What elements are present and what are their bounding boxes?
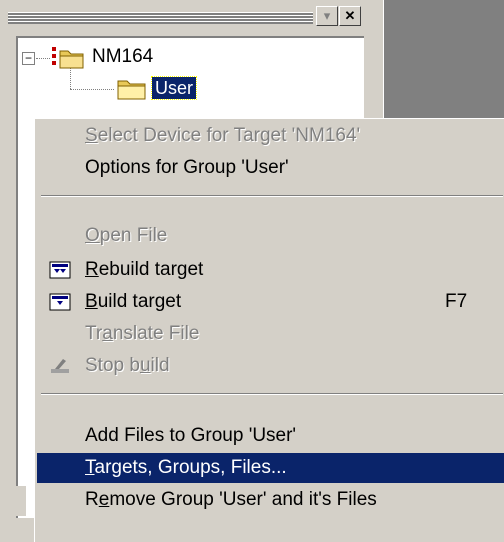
splitter[interactable] bbox=[378, 0, 384, 120]
close-button[interactable]: ✕ bbox=[339, 6, 361, 26]
menu-item-translate-file[interactable]: Translate File bbox=[39, 319, 504, 349]
tree-line bbox=[70, 89, 114, 90]
menu-item-rebuild-target[interactable]: Rebuild target bbox=[39, 255, 504, 285]
collapse-toggle[interactable]: − bbox=[22, 52, 35, 65]
folder-icon bbox=[117, 80, 146, 100]
close-icon: ✕ bbox=[344, 8, 356, 23]
menu-separator bbox=[41, 393, 503, 395]
panel-edge bbox=[8, 486, 26, 516]
rebuild-icon bbox=[49, 261, 71, 279]
dropdown-button[interactable]: ▾ bbox=[316, 6, 338, 26]
workspace-area bbox=[383, 0, 504, 120]
menu-item-remove-group[interactable]: Remove Group 'User' and it's Files bbox=[39, 485, 504, 515]
menu-item-stop-build[interactable]: Stop build bbox=[39, 351, 504, 381]
menu-item-open-file[interactable]: Open File bbox=[39, 221, 504, 251]
panel-gripper[interactable] bbox=[8, 12, 313, 24]
menu-item-select-device[interactable]: Select Device for Target 'NM164' bbox=[39, 121, 504, 151]
build-icon bbox=[49, 293, 71, 311]
target-folder-icon bbox=[52, 47, 84, 69]
tree-item-root[interactable]: NM164 bbox=[92, 46, 153, 68]
tree-item-user[interactable]: User bbox=[150, 76, 198, 100]
chevron-down-icon: ▾ bbox=[323, 8, 331, 23]
menu-separator bbox=[41, 195, 503, 197]
menu-item-build-target[interactable]: Build target F7 bbox=[39, 287, 504, 317]
tree-line bbox=[36, 58, 50, 59]
menu-item-targets-groups-files[interactable]: Targets, Groups, Files... bbox=[37, 453, 504, 483]
shortcut-label: F7 bbox=[445, 291, 468, 312]
stop-build-icon bbox=[51, 359, 69, 373]
menu-item-add-files[interactable]: Add Files to Group 'User' bbox=[39, 421, 504, 451]
menu-item-options-group[interactable]: Options for Group 'User' bbox=[39, 153, 504, 183]
context-menu: Select Device for Target 'NM164' Options… bbox=[34, 118, 504, 542]
